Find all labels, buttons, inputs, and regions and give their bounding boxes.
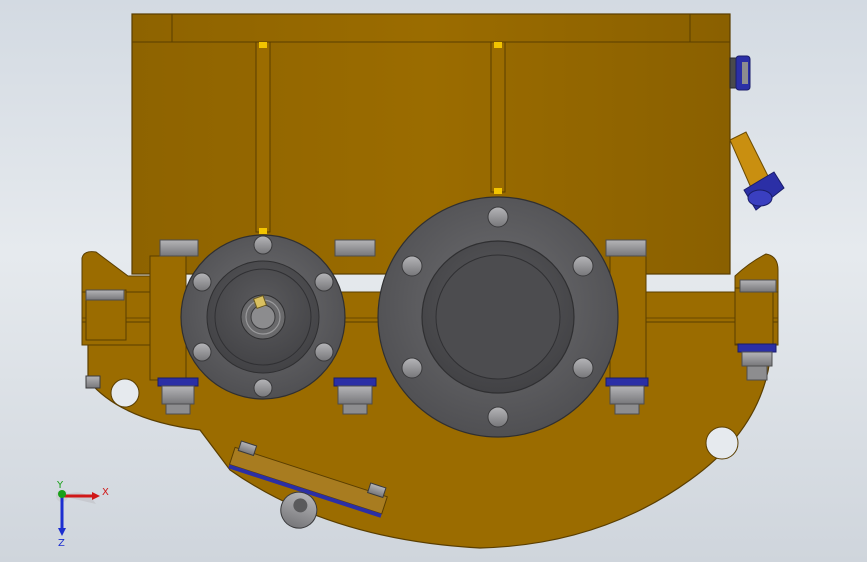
y-axis-label: Y: [56, 480, 64, 491]
z-axis-label: Z: [58, 538, 65, 549]
drain-pipe-fitting: [729, 131, 785, 211]
output-shaft-flange: [377, 196, 619, 438]
coordinate-triad: X Y Z: [56, 480, 109, 549]
rib-left: [255, 41, 271, 233]
oil-plug-fitting: [729, 55, 751, 91]
hex-nut-top-2: [334, 239, 376, 257]
hex-nut-top-3: [605, 239, 647, 257]
hex-nut-right: [739, 279, 777, 293]
mount-hole-right: [705, 426, 739, 460]
x-axis-label: X: [102, 487, 109, 498]
rib-center: [490, 41, 506, 193]
gearbox-model[interactable]: [0, 0, 867, 562]
mount-hole-left: [110, 378, 140, 408]
y-axis-dot: [58, 490, 66, 498]
graphics-viewport[interactable]: X Y Z: [0, 0, 867, 562]
input-shaft-flange: [180, 234, 346, 400]
hex-nut-top-1: [159, 239, 199, 257]
